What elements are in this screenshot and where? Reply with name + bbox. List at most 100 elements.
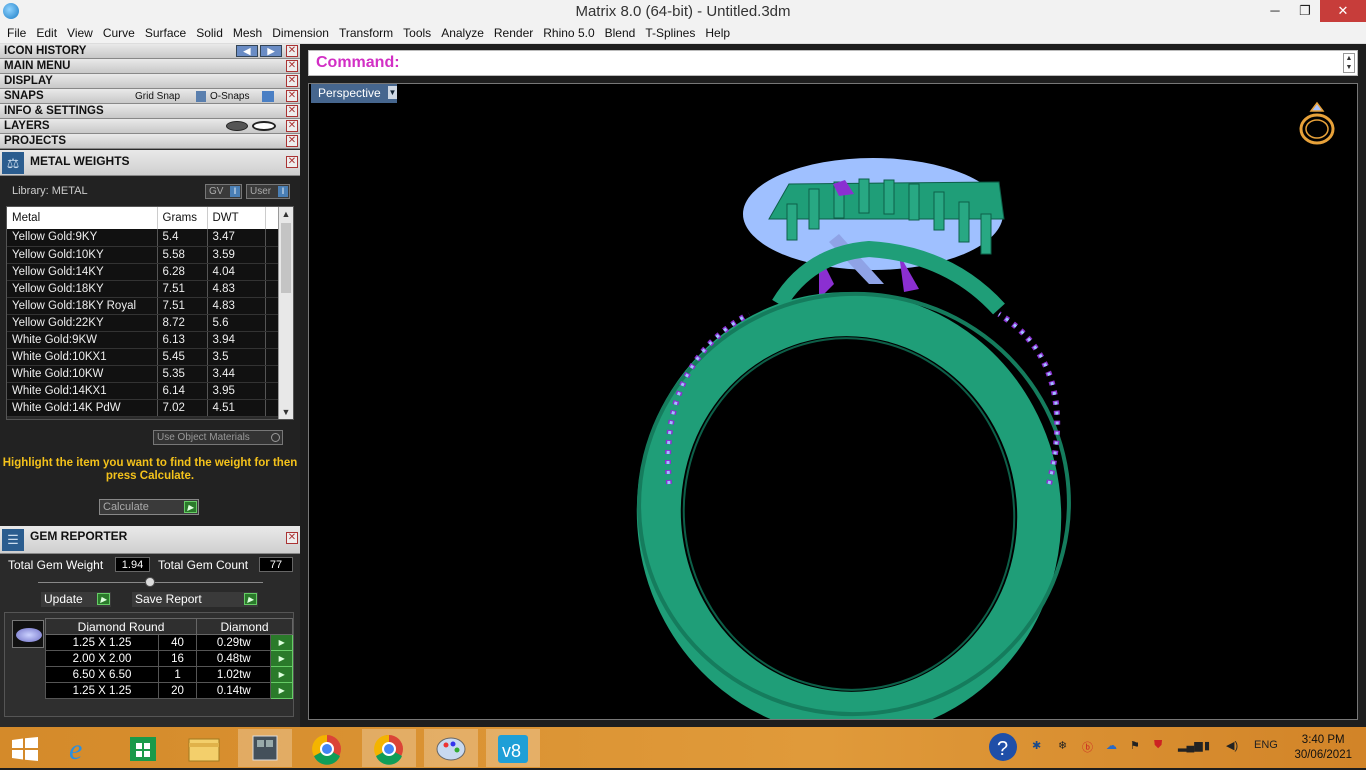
close-icon[interactable]: ✕ (286, 90, 298, 102)
metal-row[interactable]: White Gold:10KX1 5.45 3.5 (7, 348, 280, 366)
icon-history-header[interactable]: ICON HISTORY ◀ ▶ ✕ (0, 44, 300, 59)
close-icon[interactable]: ✕ (286, 60, 298, 72)
menu-transform[interactable]: Transform (336, 23, 396, 44)
minimize-button[interactable]: ─ (1260, 0, 1290, 22)
metal-row[interactable]: Yellow Gold:18KY 7.51 4.83 (7, 280, 280, 298)
chrome-taskbar-item-2[interactable] (362, 729, 416, 767)
store-taskbar-item[interactable] (116, 729, 170, 767)
select-gem-icon[interactable]: ▶ (270, 650, 293, 667)
save-report-button[interactable]: Save Report ▶ (132, 592, 258, 607)
menu-mesh[interactable]: Mesh (230, 23, 265, 44)
volume-icon[interactable]: ◀) (1226, 739, 1238, 752)
metal-row[interactable]: Yellow Gold:18KY Royal 7.51 4.83 (7, 297, 280, 315)
eye-icon[interactable] (252, 121, 276, 131)
beats-icon[interactable]: ⓑ (1082, 739, 1093, 755)
chrome-taskbar-item[interactable] (300, 729, 354, 767)
start-button[interactable] (0, 729, 54, 767)
perspective-viewport[interactable]: Perspective ▼ (308, 83, 1358, 720)
metal-row[interactable]: Yellow Gold:10KY 5.58 3.59 (7, 246, 280, 264)
use-object-materials-toggle[interactable]: Use Object Materials (153, 430, 283, 445)
gem-slider[interactable] (38, 577, 263, 587)
osnaps-toggle[interactable]: O-Snaps (210, 89, 249, 104)
shield-icon[interactable]: ⛊ (1154, 739, 1162, 752)
matrix-taskbar-item[interactable] (238, 729, 292, 767)
close-icon[interactable]: ✕ (286, 135, 298, 147)
osnaps-indicator-icon[interactable] (262, 91, 274, 102)
metal-table-scrollbar[interactable]: ▲ ▼ (278, 207, 293, 419)
gem-row[interactable]: 1.25 X 1.25 20 0.14tw ▶ (45, 682, 293, 699)
language-indicator[interactable]: ENG (1254, 739, 1278, 751)
close-icon[interactable]: ✕ (286, 120, 298, 132)
close-icon[interactable]: ✕ (286, 105, 298, 117)
update-button-visible[interactable]: Update ▶ (41, 592, 111, 607)
command-bar[interactable]: Command: ▲ ▼ (308, 50, 1358, 76)
menu-edit[interactable]: Edit (33, 23, 60, 44)
battery-icon[interactable]: ▮ (1204, 739, 1210, 752)
select-gem-icon[interactable]: ▶ (270, 666, 293, 683)
select-gem-icon[interactable]: ▶ (270, 682, 293, 699)
menu-dimension[interactable]: Dimension (269, 23, 332, 44)
calculate-button[interactable]: Calculate ▶ (99, 499, 199, 515)
user-toggle[interactable]: User I (246, 184, 290, 199)
close-icon[interactable]: ✕ (286, 156, 298, 168)
restore-button[interactable]: ❐ (1290, 0, 1320, 22)
scroll-up-icon[interactable]: ▲ (279, 207, 293, 221)
menu-tsplines[interactable]: T-Splines (642, 23, 698, 44)
main-menu-header[interactable]: MAIN MENU ✕ (0, 59, 300, 74)
signal-icon[interactable]: ▂▄▆ (1178, 739, 1203, 752)
snaps-header[interactable]: SNAPS Grid Snap O-Snaps ✕ (0, 89, 300, 104)
metal-row[interactable]: Yellow Gold:14KY 6.28 4.04 (7, 263, 280, 281)
metal-row[interactable]: Yellow Gold:22KY 8.72 5.6 (7, 314, 280, 332)
scroll-down-icon[interactable]: ▼ (279, 405, 293, 419)
command-spinner[interactable]: ▲ ▼ (1343, 53, 1355, 73)
flag-icon[interactable]: ⚑ (1130, 739, 1140, 752)
close-icon[interactable]: ✕ (286, 532, 298, 544)
snowflake-icon[interactable]: ❄ (1058, 739, 1067, 752)
col-metal[interactable]: Metal (7, 207, 158, 229)
gem-row[interactable]: 6.50 X 6.50 1 1.02tw ▶ (45, 666, 293, 683)
forward-arrow-icon[interactable]: ▶ (260, 45, 282, 57)
select-gem-icon[interactable]: ▶ (270, 634, 293, 651)
menu-solid[interactable]: Solid (193, 23, 226, 44)
help-icon[interactable]: ? (988, 731, 1018, 766)
layer-toggle-icon[interactable] (226, 121, 248, 131)
menu-render[interactable]: Render (491, 23, 536, 44)
gv-toggle[interactable]: GV I (205, 184, 242, 199)
menu-blend[interactable]: Blend (602, 23, 639, 44)
menu-view[interactable]: View (64, 23, 96, 44)
cloud-icon[interactable]: ☁ (1106, 739, 1117, 752)
display-header[interactable]: DISPLAY ✕ (0, 74, 300, 89)
menu-surface[interactable]: Surface (142, 23, 189, 44)
close-icon[interactable]: ✕ (286, 75, 298, 87)
metal-row[interactable]: White Gold:9KW 6.13 3.94 (7, 331, 280, 349)
col-grams[interactable]: Grams (157, 207, 208, 229)
scroll-thumb[interactable] (281, 223, 291, 293)
gem-row[interactable]: 2.00 X 2.00 16 0.48tw ▶ (45, 650, 293, 667)
gem-row[interactable]: 1.25 X 1.25 40 0.29tw ▶ (45, 634, 293, 651)
metal-row[interactable]: Yellow Gold:9KY 5.4 3.47 (7, 229, 280, 247)
menu-tools[interactable]: Tools (400, 23, 434, 44)
grid-snap-toggle[interactable]: Grid Snap (135, 89, 180, 104)
menu-rhino[interactable]: Rhino 5.0 (540, 23, 597, 44)
paint-taskbar-item[interactable] (424, 729, 478, 767)
col-dwt[interactable]: DWT (207, 207, 266, 229)
close-icon[interactable]: ✕ (286, 45, 298, 57)
clock[interactable]: 3:40 PM 30/06/2021 (1294, 733, 1352, 763)
back-arrow-icon[interactable]: ◀ (236, 45, 258, 57)
layers-header[interactable]: LAYERS ✕ (0, 119, 300, 134)
projects-header[interactable]: PROJECTS ✕ (0, 134, 300, 149)
menu-analyze[interactable]: Analyze (438, 23, 487, 44)
info-settings-header[interactable]: INFO & SETTINGS ✕ (0, 104, 300, 119)
grid-snap-indicator-icon[interactable] (196, 91, 206, 102)
slider-handle[interactable] (145, 577, 155, 587)
metal-row[interactable]: White Gold:14K PdW 7.02 4.51 (7, 399, 280, 417)
menu-curve[interactable]: Curve (100, 23, 138, 44)
explorer-taskbar-item[interactable] (177, 729, 231, 767)
menu-help[interactable]: Help (702, 23, 733, 44)
v8-taskbar-item[interactable]: v8 (486, 729, 540, 767)
ie-taskbar-item[interactable]: e (55, 729, 109, 767)
close-button[interactable]: ✕ (1320, 0, 1366, 22)
menu-file[interactable]: File (4, 23, 29, 44)
metal-row[interactable]: White Gold:14KX1 6.14 3.95 (7, 382, 280, 400)
tray-app-icon[interactable]: ✱ (1032, 739, 1041, 752)
